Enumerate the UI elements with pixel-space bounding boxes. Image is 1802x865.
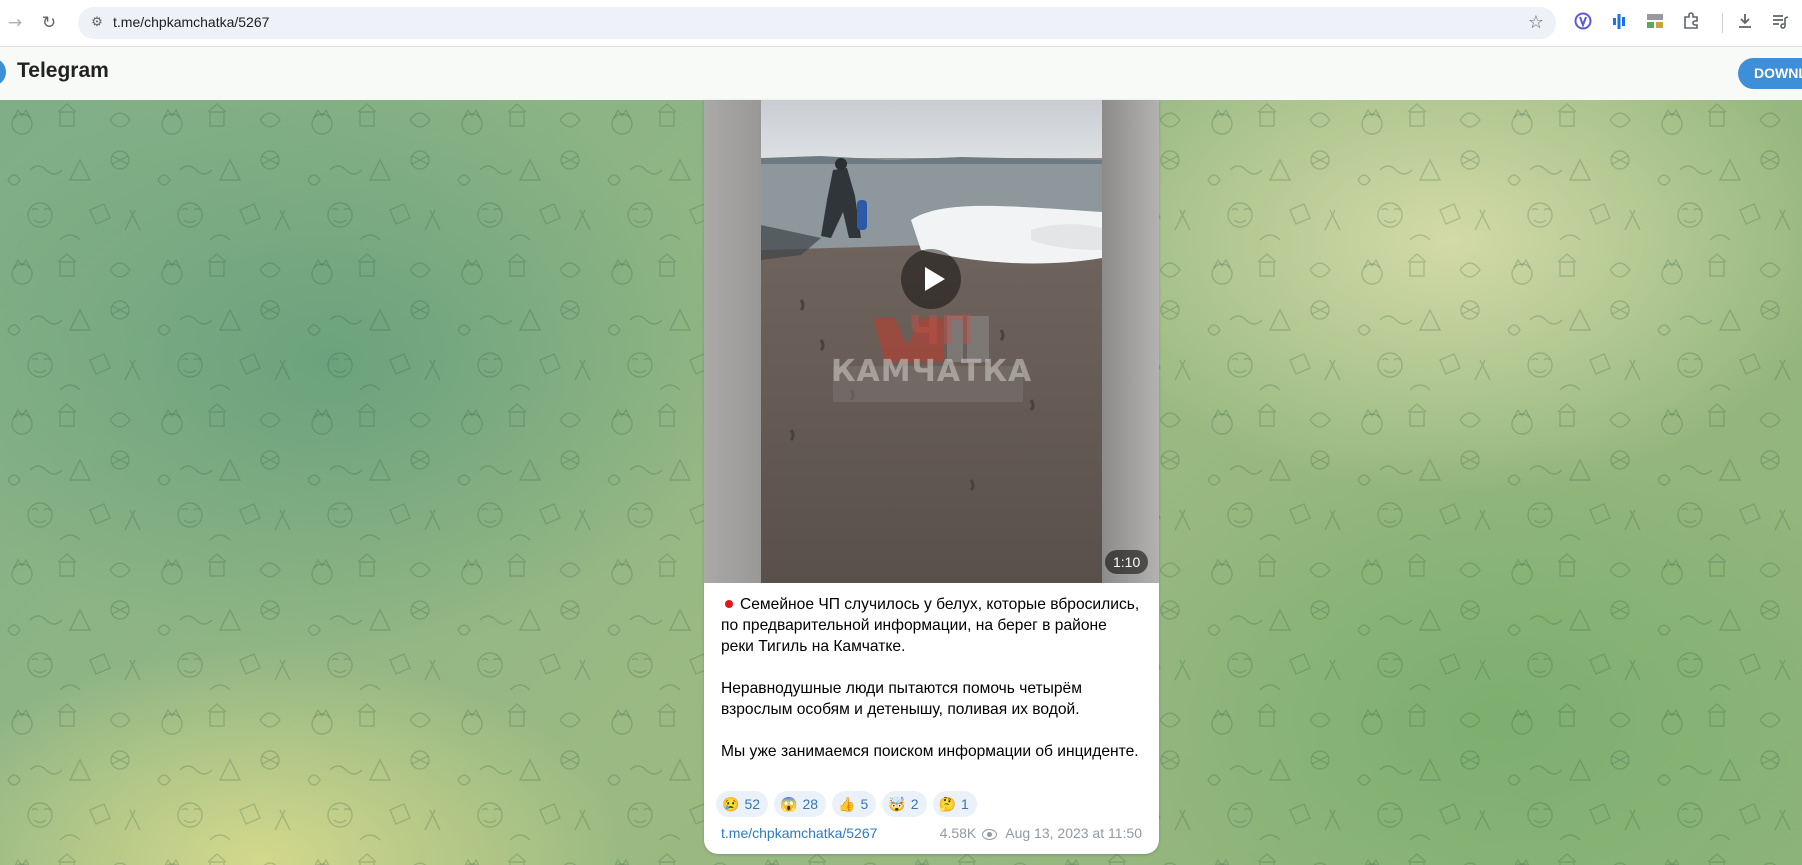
video-player[interactable]: КАМЧАТКА ЧП 1:10 [704, 100, 1159, 583]
reaction-thumbs-up[interactable]: 👍 5 [832, 791, 877, 817]
reaction-mind-blown[interactable]: 🤯 2 [882, 791, 927, 817]
reload-icon[interactable]: ↻ [36, 10, 62, 36]
post-link[interactable]: t.me/chpkamchatka/5267 [721, 825, 877, 841]
thumbs-up-icon: 👍 [838, 796, 856, 812]
browser-toolbar: → ↻ ⚙ t.me/chpkamchatka/5267 ☆ [0, 0, 1802, 47]
red-circle-icon [725, 599, 733, 608]
vpn-icon[interactable] [1572, 12, 1594, 34]
post-paragraph: Неравнодушные люди пытаются помочь четыр… [721, 680, 1082, 718]
channel-post: КАМЧАТКА ЧП 1:10 Семейное ЧП случилось у… [704, 100, 1159, 854]
reading-list-icon[interactable] [1769, 12, 1791, 34]
post-text: Семейное ЧП случилось у белух, которые в… [721, 594, 1141, 762]
reaction-cry[interactable]: 😢 52 [716, 791, 769, 817]
telegram-logo-icon[interactable] [0, 58, 6, 86]
telegram-header: Telegram DOWNLOAD [0, 47, 1802, 100]
video-watermark-logo: ЧП [908, 308, 974, 354]
forward-arrow-icon[interactable]: → [2, 10, 28, 36]
download-icon[interactable] [1734, 12, 1756, 34]
extensions-puzzle-icon[interactable] [1680, 12, 1702, 34]
screaming-face-icon: 😱 [780, 796, 798, 812]
thinking-face-icon: 🤔 [938, 796, 956, 812]
reaction-thinking[interactable]: 🤔 1 [932, 791, 977, 817]
view-count: 4.58K [939, 825, 977, 841]
app-title[interactable]: Telegram [17, 59, 109, 83]
download-app-button[interactable]: DOWNLOAD [1738, 58, 1802, 89]
post-paragraph: Семейное ЧП случилось у белух, которые в… [721, 596, 1140, 655]
video-duration: 1:10 [1105, 550, 1149, 574]
video-watermark: КАМЧАТКА [831, 354, 1033, 389]
exploding-head-icon: 🤯 [888, 796, 906, 812]
address-bar-url[interactable]: t.me/chpkamchatka/5267 [113, 14, 269, 30]
reactions-bar: 😢 52 😱 28 👍 5 🤯 2 🤔 1 [716, 791, 983, 817]
crying-face-icon: 😢 [722, 796, 740, 812]
post-date[interactable]: Aug 13, 2023 at 11:50 [1005, 825, 1142, 841]
video-thumbnail[interactable]: КАМЧАТКА ЧП [761, 100, 1102, 583]
toolbar-divider [1722, 13, 1723, 33]
post-meta: 4.58K Aug 13, 2023 at 11:50 [940, 825, 1142, 841]
eye-icon [982, 828, 998, 840]
address-bar[interactable]: ⚙ t.me/chpkamchatka/5267 ☆ [78, 7, 1556, 39]
post-paragraph: Мы уже занимаемся поиском информации об … [721, 743, 1139, 760]
audio-bars-icon[interactable] [1608, 12, 1630, 34]
mode-badge-icon[interactable] [1644, 12, 1666, 34]
play-button[interactable] [901, 249, 961, 309]
site-settings-icon[interactable]: ⚙ [88, 14, 106, 32]
reaction-scream[interactable]: 😱 28 [774, 791, 827, 817]
bookmark-star-icon[interactable]: ☆ [1528, 12, 1544, 33]
